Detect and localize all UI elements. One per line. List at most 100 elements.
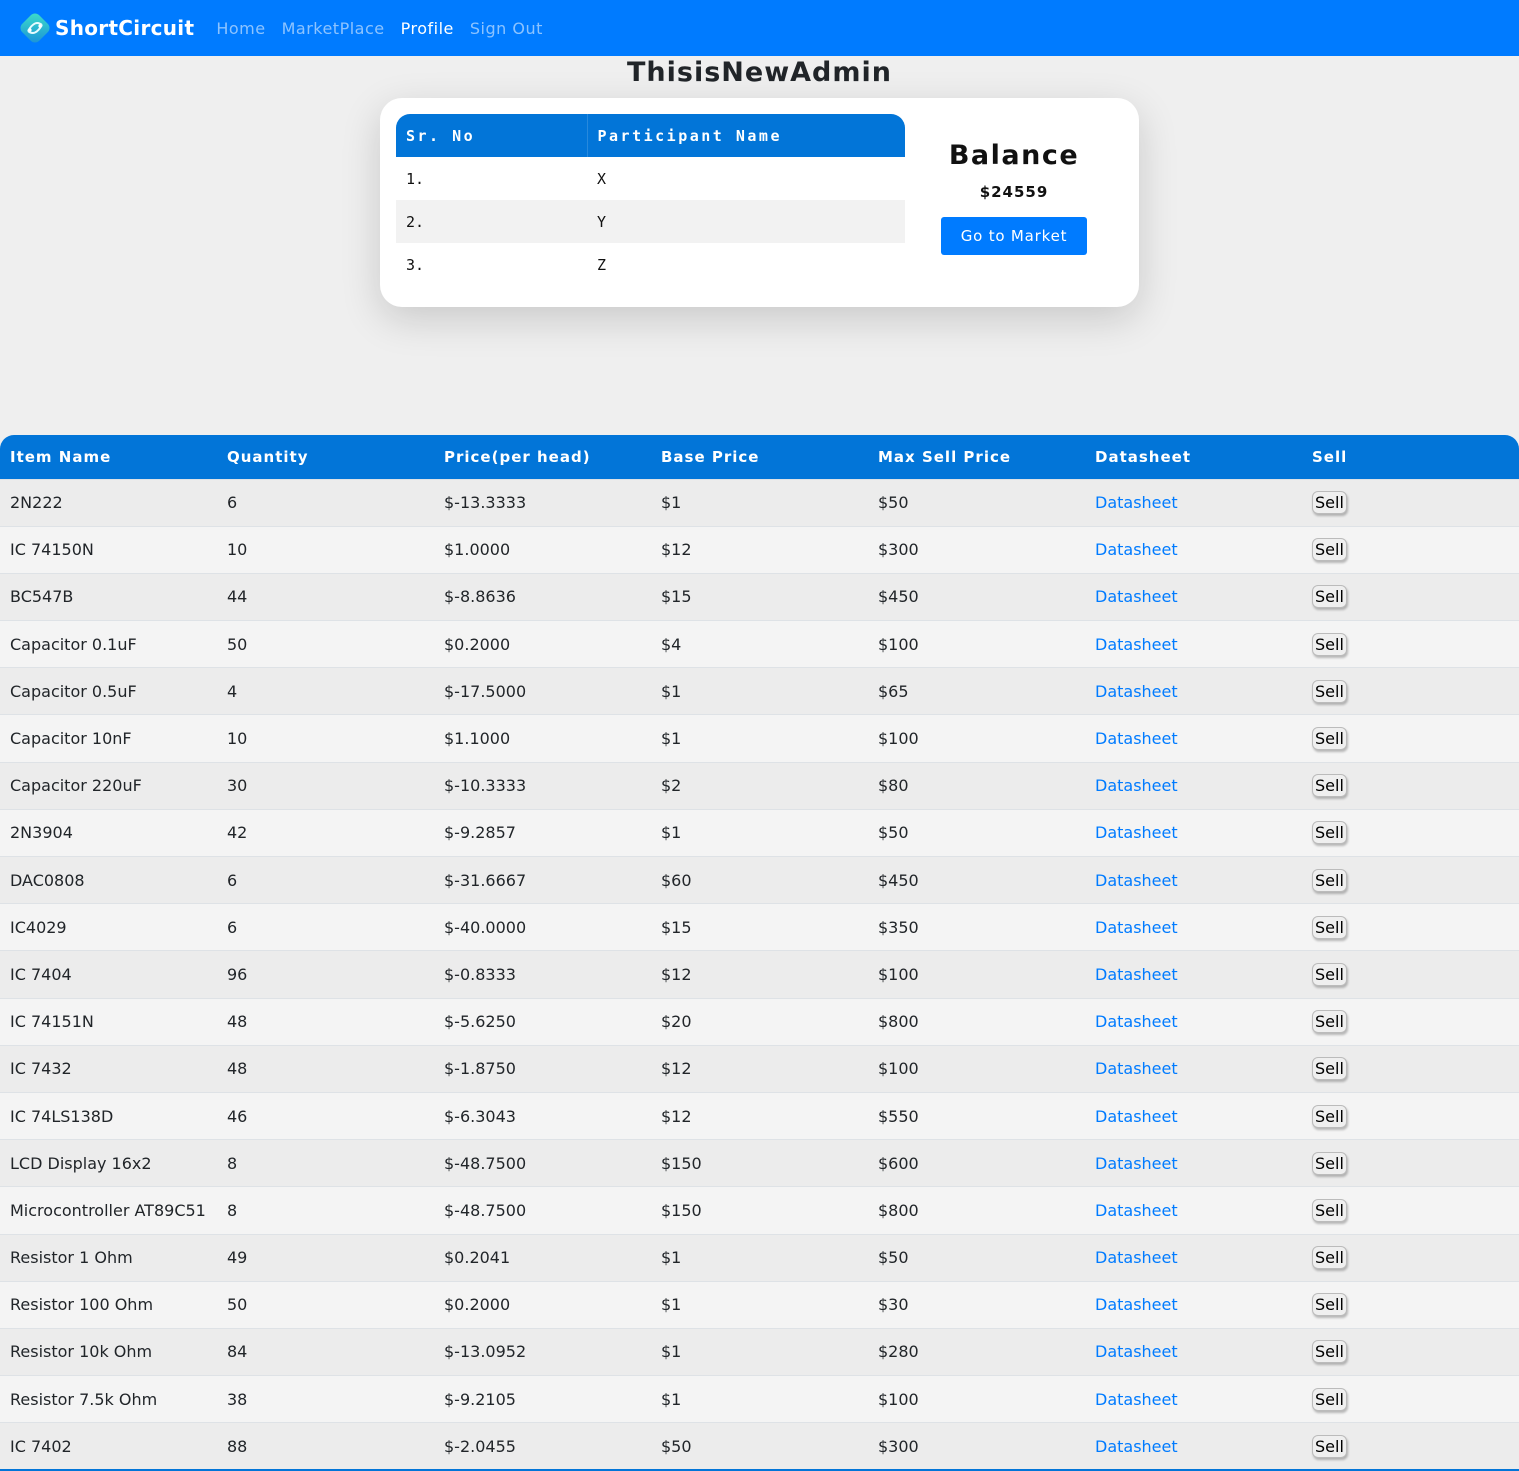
base-price-cell: $20: [651, 997, 868, 1046]
sell-button[interactable]: Sell: [1312, 1434, 1347, 1458]
balance-panel: Balance $24559 Go to Market: [932, 140, 1096, 255]
sell-button[interactable]: Sell: [1312, 1151, 1347, 1175]
sell-button[interactable]: Sell: [1312, 915, 1347, 939]
datasheet-link[interactable]: Datasheet: [1095, 1295, 1178, 1314]
table-row: Capacitor 220uF 30 $-10.3333 $2 $80 Datasheet…: [0, 761, 1519, 810]
sell-button[interactable]: Sell: [1312, 538, 1347, 562]
sell-button[interactable]: Sell: [1312, 1293, 1347, 1317]
datasheet-link[interactable]: Datasheet: [1095, 1342, 1178, 1361]
sell-button[interactable]: Sell: [1312, 585, 1347, 609]
datasheet-link[interactable]: Datasheet: [1095, 1248, 1178, 1267]
header-price-per-head: Price(per head): [434, 435, 651, 479]
datasheet-link[interactable]: Datasheet: [1095, 871, 1178, 890]
datasheet-cell: Datasheet: [1085, 808, 1302, 857]
datasheet-cell: Datasheet: [1085, 572, 1302, 621]
quantity-cell: 4: [217, 667, 434, 715]
sell-button[interactable]: Sell: [1312, 868, 1347, 892]
item-name-cell: Resistor 1 Ohm: [0, 1233, 217, 1282]
sell-button[interactable]: Sell: [1312, 1057, 1347, 1081]
sell-button[interactable]: Sell: [1312, 727, 1347, 751]
datasheet-link[interactable]: Datasheet: [1095, 1059, 1178, 1078]
brand-name: ShortCircuit: [55, 16, 195, 40]
nav-sign-out[interactable]: Sign Out: [462, 19, 551, 38]
sell-button[interactable]: Sell: [1312, 491, 1347, 515]
base-price-cell: $60: [651, 855, 868, 904]
brand[interactable]: ShortCircuit: [18, 11, 194, 45]
datasheet-link[interactable]: Datasheet: [1095, 635, 1178, 654]
price-cell: $0.2041: [434, 1233, 651, 1282]
max-sell-price-cell: $800: [868, 997, 1085, 1046]
sell-cell: Sell: [1302, 903, 1519, 951]
max-sell-price-cell: $100: [868, 950, 1085, 999]
price-cell: $-8.8636: [434, 572, 651, 621]
sell-cell: Sell: [1302, 667, 1519, 715]
item-name-cell: 2N222: [0, 478, 217, 527]
datasheet-cell: Datasheet: [1085, 1233, 1302, 1282]
item-name-cell: IC 74151N: [0, 997, 217, 1046]
sell-button[interactable]: Sell: [1312, 1340, 1347, 1364]
sell-button[interactable]: Sell: [1312, 1104, 1347, 1128]
datasheet-link[interactable]: Datasheet: [1095, 823, 1178, 842]
sell-button[interactable]: Sell: [1312, 679, 1347, 703]
table-row: IC4029 6 $-40.0000 $15 $350 Datasheet Sell: [0, 903, 1519, 951]
datasheet-link[interactable]: Datasheet: [1095, 587, 1178, 606]
datasheet-link[interactable]: Datasheet: [1095, 776, 1178, 795]
datasheet-link[interactable]: Datasheet: [1095, 493, 1178, 512]
quantity-cell: 88: [217, 1422, 434, 1471]
nav-profile[interactable]: Profile: [393, 19, 462, 38]
datasheet-cell: Datasheet: [1085, 525, 1302, 574]
quantity-cell: 96: [217, 950, 434, 999]
item-name-cell: Resistor 10k Ohm: [0, 1327, 217, 1376]
sell-button[interactable]: Sell: [1312, 632, 1347, 656]
datasheet-link[interactable]: Datasheet: [1095, 1154, 1178, 1173]
go-to-market-button[interactable]: Go to Market: [941, 217, 1087, 255]
sell-cell: Sell: [1302, 572, 1519, 621]
datasheet-link[interactable]: Datasheet: [1095, 1107, 1178, 1126]
sell-button[interactable]: Sell: [1312, 962, 1347, 986]
quantity-cell: 50: [217, 620, 434, 668]
datasheet-link[interactable]: Datasheet: [1095, 1437, 1178, 1456]
datasheet-link[interactable]: Datasheet: [1095, 540, 1178, 559]
sell-cell: Sell: [1302, 1044, 1519, 1093]
quantity-cell: 50: [217, 1280, 434, 1329]
base-price-cell: $1: [651, 1375, 868, 1423]
datasheet-link[interactable]: Datasheet: [1095, 1201, 1178, 1220]
item-name-cell: Capacitor 0.5uF: [0, 667, 217, 715]
sell-button[interactable]: Sell: [1312, 1246, 1347, 1270]
header-item-name: Item Name: [0, 435, 217, 479]
sell-button[interactable]: Sell: [1312, 1010, 1347, 1034]
participant-name: X: [597, 169, 607, 188]
sell-button[interactable]: Sell: [1312, 821, 1347, 845]
price-cell: $-48.7500: [434, 1186, 651, 1234]
datasheet-link[interactable]: Datasheet: [1095, 1012, 1178, 1031]
nav-marketplace[interactable]: MarketPlace: [274, 19, 393, 38]
datasheet-link[interactable]: Datasheet: [1095, 918, 1178, 937]
table-row: IC 74151N 48 $-5.6250 $20 $800 Datasheet Sell: [0, 997, 1519, 1046]
table-row: Microcontroller AT89C51 8 $-48.7500 $150 $80…: [0, 1186, 1519, 1234]
datasheet-link[interactable]: Datasheet: [1095, 1390, 1178, 1409]
sell-cell: Sell: [1302, 525, 1519, 574]
price-cell: $0.2000: [434, 620, 651, 668]
item-name-cell: Capacitor 10nF: [0, 714, 217, 763]
sell-button[interactable]: Sell: [1312, 1198, 1347, 1222]
quantity-cell: 46: [217, 1091, 434, 1140]
items-body: 2N222 6 $-13.3333 $1 $50 Datasheet Sell IC 7415…: [0, 478, 1519, 1471]
nav-home[interactable]: Home: [208, 19, 273, 38]
quantity-cell: 8: [217, 1186, 434, 1234]
quantity-cell: 10: [217, 525, 434, 574]
datasheet-link[interactable]: Datasheet: [1095, 965, 1178, 984]
base-price-cell: $50: [651, 1422, 868, 1471]
item-name-cell: IC 7404: [0, 950, 217, 999]
datasheet-link[interactable]: Datasheet: [1095, 682, 1178, 701]
datasheet-link[interactable]: Datasheet: [1095, 729, 1178, 748]
item-name-cell: BC547B: [0, 572, 217, 621]
sell-button[interactable]: Sell: [1312, 1387, 1347, 1411]
participant-sr: 1.: [406, 169, 425, 188]
sell-cell: Sell: [1302, 1233, 1519, 1282]
quantity-cell: 6: [217, 903, 434, 951]
sell-button[interactable]: Sell: [1312, 774, 1347, 798]
price-cell: $-9.2105: [434, 1375, 651, 1423]
max-sell-price-cell: $550: [868, 1091, 1085, 1140]
table-row: Resistor 7.5k Ohm 38 $-9.2105 $1 $100 Datashe…: [0, 1375, 1519, 1423]
price-cell: $0.2000: [434, 1280, 651, 1329]
